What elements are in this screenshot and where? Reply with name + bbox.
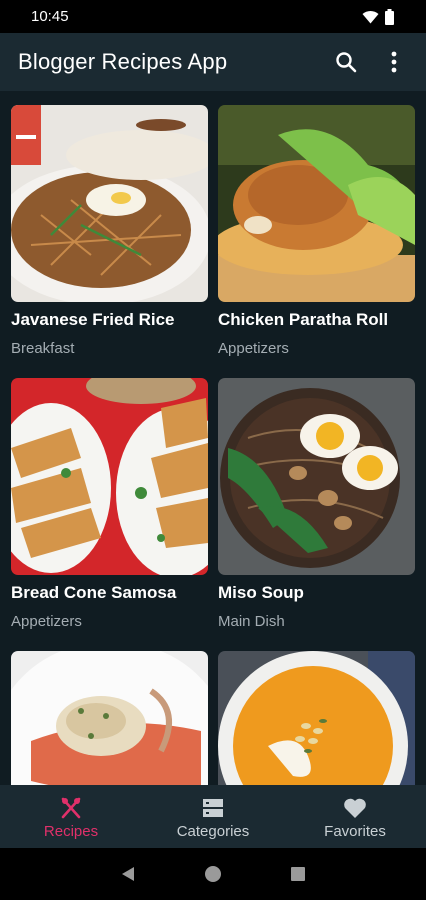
categories-icon bbox=[203, 799, 223, 817]
recipe-title: Bread Cone Samosa bbox=[11, 583, 177, 602]
status-icons bbox=[362, 8, 394, 25]
nav-label-favorites: Favorites bbox=[324, 823, 386, 840]
status-time: 10:45 bbox=[31, 8, 69, 25]
nav-label-recipes: Recipes bbox=[43, 823, 99, 840]
more-vert-icon bbox=[391, 51, 397, 73]
app-title: Blogger Recipes App bbox=[18, 49, 228, 74]
heart-icon bbox=[344, 798, 366, 818]
recipe-title: Chicken Paratha Roll bbox=[218, 310, 389, 329]
recipe-card[interactable] bbox=[11, 651, 208, 785]
overflow-menu-button[interactable] bbox=[374, 42, 414, 82]
search-button[interactable] bbox=[326, 42, 366, 82]
recipe-image bbox=[11, 378, 208, 575]
recipe-image bbox=[218, 651, 415, 785]
recipe-category: Main Dish bbox=[218, 613, 285, 630]
recipe-image bbox=[11, 105, 208, 302]
nav-item-recipes[interactable]: Recipes bbox=[0, 785, 142, 848]
recipe-card[interactable]: Chicken Paratha Roll Appetizers bbox=[218, 105, 415, 357]
bottom-navigation: Recipes Categories Favorites bbox=[0, 785, 426, 848]
recipe-category: Appetizers bbox=[11, 613, 82, 630]
recipe-grid: Javanese Fried Rice Breakfast Chicken Pa… bbox=[0, 91, 426, 785]
fork-knife-icon bbox=[61, 797, 81, 819]
recipe-category: Breakfast bbox=[11, 340, 75, 357]
back-icon[interactable] bbox=[119, 865, 137, 883]
status-bar: 10:45 bbox=[0, 0, 426, 33]
recipe-card[interactable]: Javanese Fried Rice Breakfast bbox=[11, 105, 208, 357]
app-bar: Blogger Recipes App bbox=[0, 33, 426, 91]
recipe-image bbox=[11, 651, 208, 785]
recipe-card[interactable]: Bread Cone Samosa Appetizers bbox=[11, 378, 208, 630]
recipe-title: Javanese Fried Rice bbox=[11, 310, 175, 329]
recipe-card[interactable]: Miso Soup Main Dish bbox=[218, 378, 415, 630]
recents-icon[interactable] bbox=[289, 865, 307, 883]
nav-label-categories: Categories bbox=[176, 823, 250, 840]
recipe-image bbox=[218, 378, 415, 575]
battery-icon bbox=[385, 8, 394, 25]
system-navigation-bar bbox=[0, 848, 426, 900]
home-icon[interactable] bbox=[204, 865, 222, 883]
recipe-category: Appetizers bbox=[218, 340, 289, 357]
nav-item-favorites[interactable]: Favorites bbox=[284, 785, 426, 848]
wifi-icon bbox=[362, 10, 379, 23]
nav-item-categories[interactable]: Categories bbox=[142, 785, 284, 848]
recipe-image bbox=[218, 105, 415, 302]
search-icon bbox=[336, 52, 357, 73]
recipe-title: Miso Soup bbox=[218, 583, 304, 602]
recipe-card[interactable] bbox=[218, 651, 415, 785]
